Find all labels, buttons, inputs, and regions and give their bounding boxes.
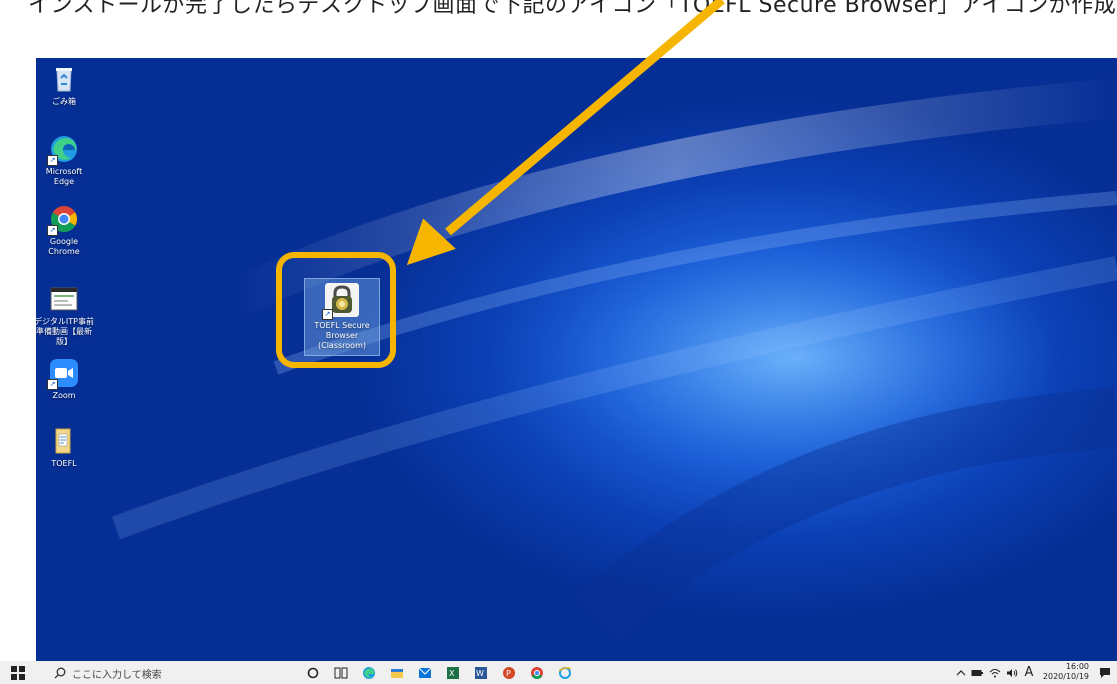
search-icon[interactable] xyxy=(52,664,68,681)
internet-explorer-icon[interactable] xyxy=(556,664,574,681)
svg-text:W: W xyxy=(476,669,484,678)
svg-text:P: P xyxy=(506,669,511,678)
taskbar: ここに入力して検索 X W P A 16:00 2020/10/19 xyxy=(0,661,1117,684)
volume-icon[interactable] xyxy=(1005,664,1019,681)
clock-date: 2020/10/19 xyxy=(1042,672,1089,681)
start-button[interactable] xyxy=(8,664,28,681)
clock[interactable]: 16:00 2020/10/19 xyxy=(1043,662,1089,682)
notification-icon[interactable] xyxy=(1097,664,1113,681)
excel-icon[interactable]: X xyxy=(444,664,462,681)
powerpoint-icon[interactable]: P xyxy=(500,664,518,681)
chevron-up-icon[interactable] xyxy=(955,664,967,681)
clock-time: 16:00 xyxy=(1065,662,1089,671)
wifi-icon[interactable] xyxy=(988,664,1002,681)
pointer-arrow xyxy=(406,0,725,266)
ime-indicator[interactable]: A xyxy=(1022,664,1036,681)
chrome-icon[interactable] xyxy=(528,664,546,681)
mail-icon[interactable] xyxy=(416,664,434,681)
windows-icon xyxy=(11,665,25,680)
search-input[interactable]: ここに入力して検索 xyxy=(72,666,162,681)
edge-icon[interactable] xyxy=(360,664,378,681)
word-icon[interactable]: W xyxy=(472,664,490,681)
file-explorer-icon[interactable] xyxy=(388,664,406,681)
svg-text:X: X xyxy=(449,669,455,678)
battery-icon[interactable] xyxy=(970,664,984,681)
cortana-icon[interactable] xyxy=(304,664,322,681)
task-view-icon[interactable] xyxy=(332,664,350,681)
